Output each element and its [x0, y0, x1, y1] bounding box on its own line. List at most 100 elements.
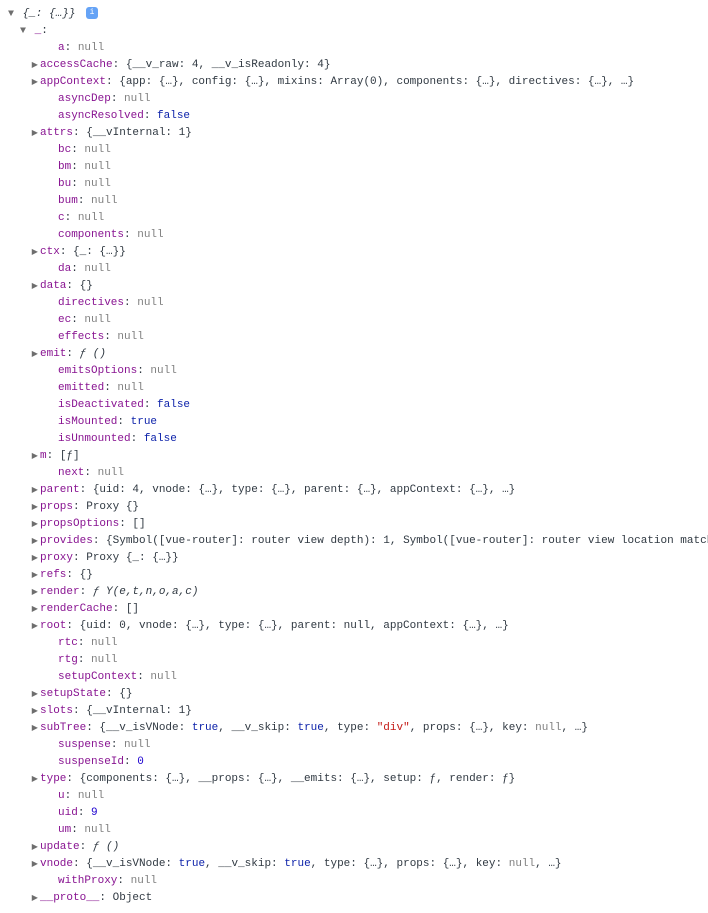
expand-arrow-icon[interactable]	[30, 500, 40, 516]
expand-arrow-icon[interactable]	[30, 687, 40, 703]
property-row[interactable]: renderCache: []	[2, 601, 706, 618]
property-row[interactable]: propsOptions: []	[2, 516, 706, 533]
property-row[interactable]: da: null	[2, 261, 706, 278]
expand-arrow-icon[interactable]	[30, 602, 40, 618]
property-row[interactable]: uid: 9	[2, 805, 706, 822]
expand-arrow-icon[interactable]	[30, 568, 40, 584]
property-row[interactable]: __proto__: Object	[2, 890, 706, 907]
arrow-spacer	[48, 92, 58, 108]
property-row[interactable]: emit: ƒ ()	[2, 346, 706, 363]
expand-arrow-icon[interactable]	[30, 534, 40, 550]
property-row[interactable]: proxy: Proxy {_: {…}}	[2, 550, 706, 567]
expand-arrow-icon[interactable]	[30, 772, 40, 788]
property-row[interactable]: rtg: null	[2, 652, 706, 669]
property-row[interactable]: props: Proxy {}	[2, 499, 706, 516]
property-row[interactable]: bm: null	[2, 159, 706, 176]
property-key: rtc	[58, 637, 78, 649]
property-row[interactable]: ctx: {_: {…}}	[2, 244, 706, 261]
property-row[interactable]: asyncResolved: false	[2, 108, 706, 125]
expand-arrow-icon[interactable]	[30, 245, 40, 261]
property-row[interactable]: appContext: {app: {…}, config: {…}, mixi…	[2, 74, 706, 91]
property-key: vnode	[40, 858, 73, 870]
property-row[interactable]: vnode: {__v_isVNode: true, __v_skip: tru…	[2, 856, 706, 873]
property-value: true	[131, 416, 157, 428]
arrow-spacer	[48, 415, 58, 431]
property-row[interactable]: provides: {Symbol([vue-router]: router v…	[2, 533, 706, 550]
property-row[interactable]: type: {components: {…}, __props: {…}, __…	[2, 771, 706, 788]
property-row[interactable]: suspense: null	[2, 737, 706, 754]
expand-arrow-icon[interactable]	[30, 721, 40, 737]
colon-separator: :	[78, 654, 91, 666]
property-row[interactable]: attrs: {__vInternal: 1}	[2, 125, 706, 142]
property-row[interactable]: effects: null	[2, 329, 706, 346]
property-row[interactable]: setupContext: null	[2, 669, 706, 686]
expand-arrow-icon[interactable]	[30, 75, 40, 91]
colon-separator: :	[65, 212, 78, 224]
property-key: uid	[58, 807, 78, 819]
property-row[interactable]: isUnmounted: false	[2, 431, 706, 448]
expand-arrow-icon[interactable]	[30, 891, 40, 907]
colon-separator: :	[78, 807, 91, 819]
arrow-spacer	[48, 262, 58, 278]
property-row[interactable]: components: null	[2, 227, 706, 244]
property-row[interactable]: isMounted: true	[2, 414, 706, 431]
property-row[interactable]: directives: null	[2, 295, 706, 312]
property-row[interactable]: ec: null	[2, 312, 706, 329]
property-row[interactable]: asyncDep: null	[2, 91, 706, 108]
expand-arrow-icon[interactable]	[30, 347, 40, 363]
property-row[interactable]: suspenseId: 0	[2, 754, 706, 771]
expand-arrow-icon[interactable]	[30, 619, 40, 635]
info-badge-icon[interactable]: i	[86, 7, 98, 19]
property-value: {components: {…}, __props: {…}, __emits:…	[80, 773, 516, 785]
colon-separator: :	[80, 841, 93, 853]
property-row[interactable]: u: null	[2, 788, 706, 805]
property-row[interactable]: withProxy: null	[2, 873, 706, 890]
expand-arrow-icon[interactable]	[30, 857, 40, 873]
property-row[interactable]: isDeactivated: false	[2, 397, 706, 414]
expand-arrow-icon[interactable]	[18, 24, 28, 40]
expand-arrow-icon[interactable]	[30, 449, 40, 465]
property-row[interactable]: bu: null	[2, 176, 706, 193]
property-row[interactable]: data: {}	[2, 278, 706, 295]
property-row[interactable]: emitted: null	[2, 380, 706, 397]
expand-arrow-icon[interactable]	[30, 126, 40, 142]
expand-arrow-icon[interactable]	[30, 279, 40, 295]
property-row[interactable]: update: ƒ ()	[2, 839, 706, 856]
property-key: __proto__	[40, 892, 99, 904]
expand-arrow-icon[interactable]	[6, 7, 16, 23]
property-row[interactable]: c: null	[2, 210, 706, 227]
property-row[interactable]: refs: {}	[2, 567, 706, 584]
property-row[interactable]: a: null	[2, 40, 706, 57]
expand-arrow-icon[interactable]	[30, 551, 40, 567]
property-row[interactable]: bum: null	[2, 193, 706, 210]
root-object-row[interactable]: {_: {…}} i	[2, 6, 706, 23]
property-row[interactable]: subTree: {__v_isVNode: true, __v_skip: t…	[2, 720, 706, 737]
expand-arrow-icon[interactable]	[30, 58, 40, 74]
property-value: null	[124, 93, 150, 105]
property-row[interactable]: render: ƒ Y(e,t,n,o,a,c)	[2, 584, 706, 601]
property-row[interactable]: m: [ƒ]	[2, 448, 706, 465]
property-value: Proxy {_: {…}}	[86, 552, 178, 564]
arrow-spacer	[48, 143, 58, 159]
expand-arrow-icon[interactable]	[30, 517, 40, 533]
arrow-spacer	[48, 432, 58, 448]
property-value: {Symbol([vue-router]: router view depth)…	[106, 535, 708, 547]
property-row[interactable]: slots: {__vInternal: 1}	[2, 703, 706, 720]
property-row[interactable]: accessCache: {__v_raw: 4, __v_isReadonly…	[2, 57, 706, 74]
expand-arrow-icon[interactable]	[30, 585, 40, 601]
property-row[interactable]: setupState: {}	[2, 686, 706, 703]
arrow-spacer	[48, 874, 58, 890]
underscore-key-row[interactable]: _:	[2, 23, 706, 40]
property-row[interactable]: um: null	[2, 822, 706, 839]
property-row[interactable]: root: {uid: 0, vnode: {…}, type: {…}, pa…	[2, 618, 706, 635]
property-row[interactable]: rtc: null	[2, 635, 706, 652]
property-value: ƒ ()	[93, 841, 119, 853]
expand-arrow-icon[interactable]	[30, 704, 40, 720]
property-row[interactable]: bc: null	[2, 142, 706, 159]
expand-arrow-icon[interactable]	[30, 840, 40, 856]
property-row[interactable]: next: null	[2, 465, 706, 482]
expand-arrow-icon[interactable]	[30, 483, 40, 499]
property-row[interactable]: parent: {uid: 4, vnode: {…}, type: {…}, …	[2, 482, 706, 499]
colon-separator: :	[73, 858, 86, 870]
property-row[interactable]: emitsOptions: null	[2, 363, 706, 380]
